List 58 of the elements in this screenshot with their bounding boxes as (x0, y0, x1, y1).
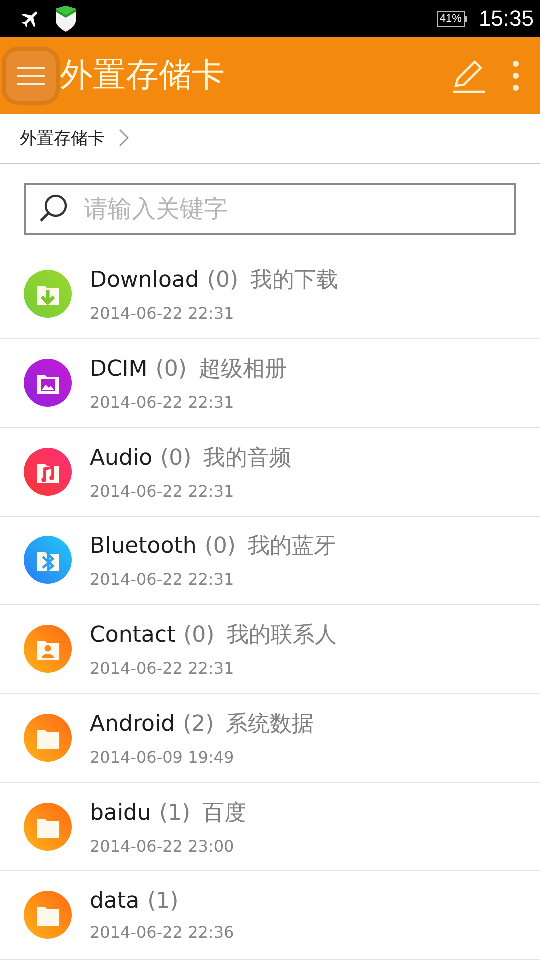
menu-icon (17, 64, 45, 87)
folder-description: 百度 (202, 800, 247, 828)
modified-date: 2014-06-22 22:31 (90, 659, 236, 678)
file-name: Android (90, 712, 176, 737)
file-row[interactable]: Bluetooth (0) 我的蓝牙 2014-06-22 22:31 (0, 516, 540, 606)
modified-date: 2014-06-22 22:31 (90, 393, 236, 412)
folder-description: 我的蓝牙 (248, 533, 336, 562)
item-count: (1) (148, 888, 179, 914)
file-row[interactable]: Download (0) 我的下载 2014-06-22 22:31 (0, 250, 540, 340)
modified-date: 2014-06-22 22:31 (90, 304, 236, 324)
folder-icon (24, 891, 72, 940)
bluetooth-folder-icon (24, 536, 72, 584)
modified-date: 2014-06-22 23:00 (90, 836, 236, 856)
item-count: (2) (183, 712, 214, 737)
item-count: (0) (156, 357, 187, 382)
folder-description: 我的联系人 (226, 622, 337, 650)
item-count: (0) (204, 534, 236, 560)
modified-date: 2014-06-22 22:31 (90, 482, 236, 501)
music-folder-icon (24, 448, 72, 496)
modified-date: 2014-06-22 22:31 (90, 570, 236, 590)
folder-description: 我的音频 (204, 444, 292, 473)
image-folder-icon (24, 359, 72, 408)
file-row[interactable]: Android (2) 系统数据 2014-06-09 19:49 (0, 694, 540, 783)
battery-indicator: 41% (436, 10, 465, 27)
item-count: (1) (159, 800, 191, 826)
file-row[interactable]: data (1) 2014-06-22 22:36 (0, 871, 540, 960)
breadcrumb-item[interactable]: 外置存储卡 (20, 126, 105, 150)
file-row[interactable]: Contact (0) 我的联系人 2014-06-22 22:31 (0, 605, 540, 694)
file-name: Download (90, 268, 200, 294)
item-count: (0) (160, 446, 192, 471)
file-name: baidu (90, 800, 152, 826)
file-name: DCIM (90, 357, 148, 382)
more-icon (512, 60, 520, 92)
pencil-icon (452, 58, 486, 94)
folder-description: 超级相册 (198, 356, 287, 384)
file-name: Contact (90, 623, 176, 648)
file-name: Audio (90, 446, 153, 471)
item-count: (0) (207, 268, 239, 294)
file-name: Bluetooth (90, 534, 197, 560)
toolbar-title: 外置存储卡 (60, 54, 226, 96)
clock: 15:35 (478, 6, 534, 32)
file-row[interactable]: Audio (0) 我的音频 2014-06-22 22:31 (0, 428, 540, 517)
folder-icon (24, 714, 72, 762)
chevron-icon (119, 129, 129, 148)
folder-icon (24, 802, 72, 851)
contact-folder-icon (24, 625, 72, 674)
file-row[interactable]: baidu (1) 百度 2014-06-22 23:00 (0, 782, 540, 872)
download-folder-icon (24, 270, 72, 318)
folder-description: 系统数据 (226, 710, 314, 739)
modified-date: 2014-06-22 22:36 (90, 922, 234, 942)
file-row[interactable]: DCIM (0) 超级相册 2014-06-22 22:31 (0, 339, 540, 428)
file-name: data (90, 888, 140, 914)
item-count: (0) (184, 623, 215, 648)
menu-button[interactable] (6, 50, 56, 101)
modified-date: 2014-06-09 19:49 (90, 748, 236, 767)
shield-icon (54, 4, 78, 33)
folder-description: 我的下载 (250, 267, 339, 296)
search-field[interactable]: 请输入关键字 (24, 182, 516, 235)
